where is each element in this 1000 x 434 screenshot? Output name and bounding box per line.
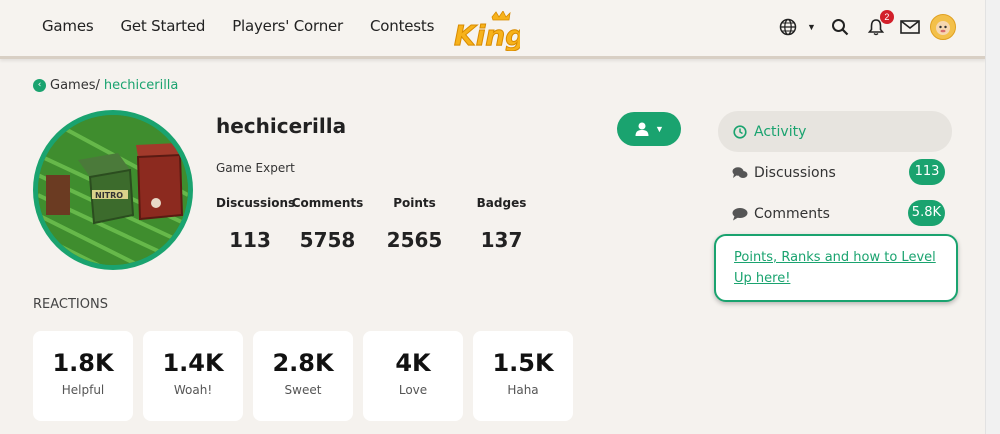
reaction-count: 1.5K bbox=[492, 349, 554, 377]
reaction-count: 1.8K bbox=[52, 349, 114, 377]
stat-value: 113 bbox=[229, 228, 271, 252]
sidebar-item-label: Comments bbox=[754, 205, 830, 222]
reaction-card-haha[interactable]: 1.5K Haha bbox=[473, 331, 573, 421]
nav-get-started[interactable]: Get Started bbox=[120, 17, 205, 35]
reaction-card-sweet[interactable]: 2.8K Sweet bbox=[253, 331, 353, 421]
reaction-label: Haha bbox=[507, 383, 539, 397]
profile-avatar: NITRO bbox=[33, 110, 193, 270]
profile-sidebar: Activity Discussions 113 Comments 5.8K bbox=[718, 111, 952, 234]
profile-username: hechicerilla bbox=[216, 114, 347, 138]
person-icon bbox=[635, 122, 649, 136]
breadcrumb: ‹ Games/ hechicerilla bbox=[33, 78, 178, 93]
stat-label: Discussions bbox=[216, 196, 296, 210]
reaction-count: 2.8K bbox=[272, 349, 334, 377]
mail-icon[interactable] bbox=[898, 15, 922, 39]
levelup-link[interactable]: Points, Ranks and how to Level Up here! bbox=[734, 250, 936, 286]
comments-count-badge: 5.8K bbox=[907, 200, 945, 226]
search-icon[interactable] bbox=[828, 15, 852, 39]
user-avatar[interactable] bbox=[929, 14, 956, 40]
main-nav: Games Get Started Players' Corner Contes… bbox=[42, 17, 461, 35]
notification-count-badge: 2 bbox=[879, 10, 894, 24]
stat-discussions: Discussions 113 bbox=[216, 196, 296, 252]
stat-label: Points bbox=[393, 196, 436, 210]
svg-text:King: King bbox=[454, 19, 520, 51]
reaction-count: 4K bbox=[395, 349, 431, 377]
reactions-list: 1.8K Helpful 1.4K Woah! 2.8K Sweet 4K Lo… bbox=[33, 331, 583, 421]
reactions-title: REACTIONS bbox=[33, 297, 108, 312]
top-nav-bar: Games Get Started Players' Corner Contes… bbox=[0, 0, 986, 59]
profile-stats: Discussions 113 Comments 5758 Points 256… bbox=[216, 196, 545, 252]
stat-points: Points 2565 bbox=[371, 196, 458, 252]
reaction-label: Sweet bbox=[284, 383, 322, 397]
stat-label: Comments bbox=[291, 196, 364, 210]
sidebar-item-activity[interactable]: Activity bbox=[718, 111, 952, 152]
user-options-button[interactable]: ▼ bbox=[617, 112, 681, 146]
reaction-card-love[interactable]: 4K Love bbox=[363, 331, 463, 421]
stat-value: 2565 bbox=[386, 228, 443, 252]
language-caret-icon[interactable]: ▼ bbox=[807, 22, 816, 32]
stat-value: 5758 bbox=[299, 228, 356, 252]
svg-text:NITRO: NITRO bbox=[95, 191, 123, 200]
stat-comments: Comments 5758 bbox=[284, 196, 371, 252]
sidebar-item-label: Discussions bbox=[754, 164, 836, 181]
levelup-info-box: Points, Ranks and how to Level Up here! bbox=[714, 234, 958, 302]
reaction-card-helpful[interactable]: 1.8K Helpful bbox=[33, 331, 133, 421]
header-icons: ▼ 2 bbox=[776, 10, 956, 40]
chevron-down-icon: ▼ bbox=[655, 124, 664, 134]
clock-icon bbox=[732, 124, 748, 139]
comment-icon bbox=[732, 207, 748, 221]
breadcrumb-games-link[interactable]: Games/ bbox=[50, 78, 100, 93]
reaction-label: Woah! bbox=[173, 383, 213, 397]
nav-players-corner[interactable]: Players' Corner bbox=[232, 17, 343, 35]
reaction-card-woah[interactable]: 1.4K Woah! bbox=[143, 331, 243, 421]
king-logo[interactable]: King bbox=[452, 11, 520, 51]
discussions-icon bbox=[732, 166, 748, 180]
bell-icon[interactable]: 2 bbox=[864, 10, 894, 39]
reaction-label: Love bbox=[398, 383, 428, 397]
breadcrumb-current[interactable]: hechicerilla bbox=[104, 78, 179, 93]
reaction-count: 1.4K bbox=[162, 349, 224, 377]
nav-games[interactable]: Games bbox=[42, 17, 94, 35]
sidebar-item-discussions[interactable]: Discussions 113 bbox=[718, 152, 952, 193]
globe-icon[interactable] bbox=[776, 15, 800, 39]
stat-value: 137 bbox=[480, 228, 523, 252]
back-arrow-icon[interactable]: ‹ bbox=[33, 79, 46, 92]
sidebar-item-comments[interactable]: Comments 5.8K bbox=[718, 193, 952, 234]
sidebar-item-label: Activity bbox=[754, 123, 807, 140]
discussions-count-badge: 113 bbox=[909, 159, 945, 185]
stat-label: Badges bbox=[476, 196, 527, 210]
page-scrollbar[interactable] bbox=[985, 0, 1000, 434]
profile-role: Game Expert bbox=[216, 161, 295, 175]
reaction-label: Helpful bbox=[61, 383, 105, 397]
stat-badges: Badges 137 bbox=[458, 196, 545, 252]
nav-contests[interactable]: Contests bbox=[370, 17, 434, 35]
